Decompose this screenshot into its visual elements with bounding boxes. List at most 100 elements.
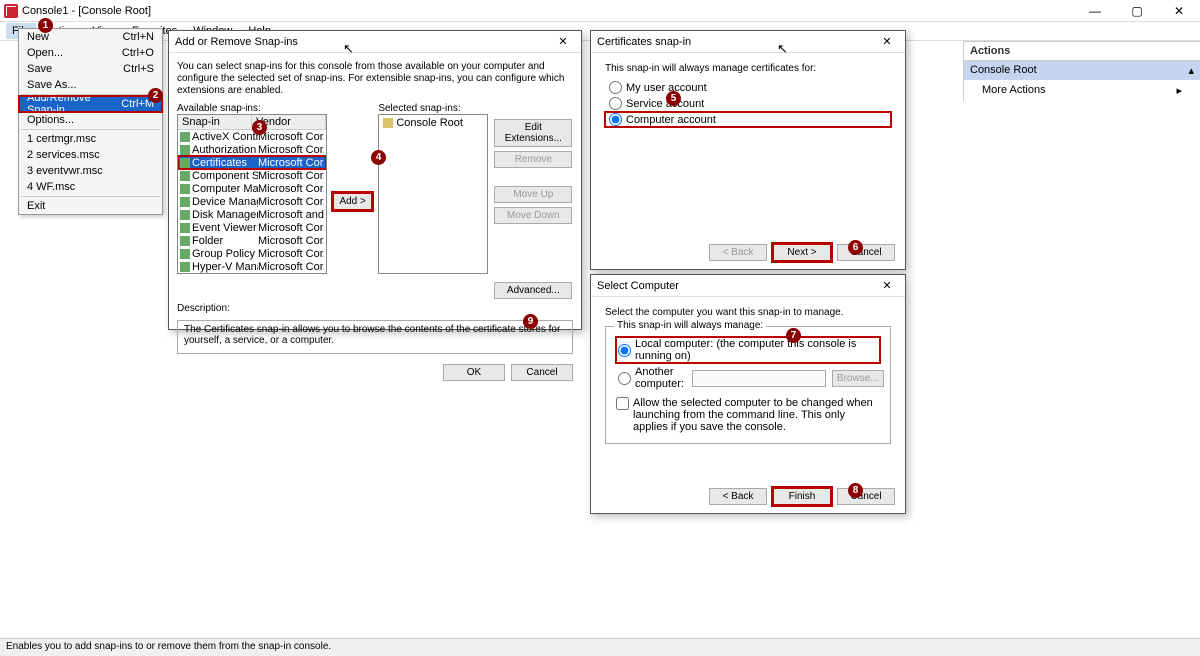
list-item: Disk ManagementMicrosoft and... [178, 208, 326, 221]
file-add-remove-snapin[interactable]: Add/Remove Snap-in...Ctrl+M [19, 96, 162, 112]
snapin-icon [180, 262, 190, 272]
callout-1: 1 [38, 18, 53, 33]
file-recent-4[interactable]: 4 WF.msc [19, 179, 162, 195]
file-recent-1[interactable]: 1 certmgr.msc [19, 131, 162, 147]
move-up-button[interactable]: Move Up [494, 186, 572, 203]
file-save[interactable]: SaveCtrl+S [19, 61, 162, 77]
radio-computer-account[interactable]: Computer account [605, 112, 891, 127]
snapin-icon [180, 210, 190, 220]
close-icon[interactable]: ✕ [875, 35, 899, 48]
dialog-title: Select Computer [597, 280, 679, 292]
list-item: Group Policy Object ...Microsoft Cor... [178, 247, 326, 260]
description-text: The Certificates snap-in allows you to b… [177, 320, 573, 354]
cancel-button[interactable]: Cancel [837, 488, 895, 505]
callout-7: 7 [786, 328, 801, 343]
file-menu: NewCtrl+N Open...Ctrl+O SaveCtrl+S Save … [18, 28, 163, 215]
ok-button[interactable]: OK [443, 364, 505, 381]
list-item-certificates[interactable]: CertificatesMicrosoft Cor... [178, 156, 326, 169]
snapin-icon [180, 145, 190, 155]
actions-root[interactable]: Console Root▴ [964, 61, 1200, 80]
file-exit[interactable]: Exit [19, 198, 162, 214]
add-button[interactable]: Add > [333, 193, 372, 210]
snapin-icon [180, 132, 190, 142]
separator [21, 196, 160, 197]
file-open[interactable]: Open...Ctrl+O [19, 45, 162, 61]
close-icon[interactable]: ✕ [551, 35, 575, 48]
list-item: IP Security MonitorMicrosoft Cor... [178, 273, 326, 274]
manage-group: This snap-in will always manage: Local c… [605, 326, 891, 444]
list-item: Authorization ManagerMicrosoft Cor... [178, 143, 326, 156]
another-computer-input[interactable] [692, 370, 826, 387]
statusbar: Enables you to add snap-ins to or remove… [0, 638, 1200, 656]
browse-button[interactable]: Browse... [832, 370, 884, 387]
next-button[interactable]: Next > [773, 244, 831, 261]
snapin-icon [180, 171, 190, 181]
remove-button[interactable]: Remove [494, 151, 572, 168]
radio-service[interactable]: Service account [605, 96, 891, 111]
list-item: Component ServicesMicrosoft Cor... [178, 169, 326, 182]
available-snapins-list[interactable]: Snap-inVendor ActiveX ControlMicrosoft C… [177, 114, 327, 274]
allow-change-checkbox[interactable]: Allow the selected computer to be change… [616, 397, 880, 433]
close-button[interactable]: ✕ [1158, 0, 1200, 22]
description-label: Description: [177, 303, 573, 314]
chevron-right-icon: ▸ [1176, 84, 1182, 97]
back-button[interactable]: < Back [709, 488, 767, 505]
callout-8: 8 [848, 483, 863, 498]
callout-6: 6 [848, 240, 863, 255]
window-controls: — ▢ ✕ [1074, 0, 1200, 22]
move-down-button[interactable]: Move Down [494, 207, 572, 224]
list-item: FolderMicrosoft Cor... [178, 234, 326, 247]
selected-snapins-list[interactable]: Console Root [378, 114, 488, 274]
titlebar: Console1 - [Console Root] — ▢ ✕ [0, 0, 1200, 22]
mmc-icon [4, 4, 18, 18]
select-computer-dialog: Select Computer ✕ Select the computer yo… [590, 274, 906, 514]
file-recent-3[interactable]: 3 eventvwr.msc [19, 163, 162, 179]
group-label: This snap-in will always manage: [614, 320, 766, 331]
intro-text: You can select snap-ins for this console… [177, 61, 573, 97]
actions-pane: Actions Console Root▴ More Actions▸ [963, 41, 1200, 101]
radio-my-user[interactable]: My user account [605, 80, 891, 95]
folder-icon [383, 118, 393, 128]
cancel-button[interactable]: Cancel [511, 364, 573, 381]
radio-local-computer[interactable]: Local computer: (the computer this conso… [616, 337, 880, 363]
edit-extensions-button[interactable]: Edit Extensions... [494, 119, 572, 147]
file-saveas[interactable]: Save As... [19, 77, 162, 93]
minimize-button[interactable]: — [1074, 0, 1116, 22]
maximize-button[interactable]: ▢ [1116, 0, 1158, 22]
cancel-button[interactable]: Cancel [837, 244, 895, 261]
available-label: Available snap-ins: [177, 103, 327, 114]
list-item: Computer Managem...Microsoft Cor... [178, 182, 326, 195]
callout-9: 9 [523, 314, 538, 329]
dialog-title: Add or Remove Snap-ins [175, 36, 298, 48]
snapin-icon [180, 223, 190, 233]
list-item: Console Root [379, 115, 487, 131]
snapin-icon [180, 236, 190, 246]
dialog-titlebar: Select Computer ✕ [591, 275, 905, 297]
separator [21, 129, 160, 130]
collapse-icon: ▴ [1188, 64, 1194, 77]
callout-2: 2 [148, 88, 163, 103]
snapin-icon [180, 197, 190, 207]
list-item: ActiveX ControlMicrosoft Cor... [178, 130, 326, 143]
add-remove-snapins-dialog: Add or Remove Snap-ins ✕ You can select … [168, 30, 582, 330]
certificates-snapin-dialog: Certificates snap-in ✕ This snap-in will… [590, 30, 906, 270]
back-button[interactable]: < Back [709, 244, 767, 261]
list-item: Event ViewerMicrosoft Cor... [178, 221, 326, 234]
finish-button[interactable]: Finish [773, 488, 831, 505]
callout-3: 3 [252, 120, 267, 135]
dialog-titlebar: Certificates snap-in ✕ [591, 31, 905, 53]
snapin-icon [180, 158, 190, 168]
file-recent-2[interactable]: 2 services.msc [19, 147, 162, 163]
snapin-icon [180, 184, 190, 194]
list-item: Hyper-V ManagerMicrosoft Cor... [178, 260, 326, 273]
selected-label: Selected snap-ins: [378, 103, 488, 114]
close-icon[interactable]: ✕ [875, 279, 899, 292]
dialog-title: Certificates snap-in [597, 36, 691, 48]
actions-header: Actions [964, 42, 1200, 61]
intro-text: This snap-in will always manage certific… [605, 63, 891, 74]
dialog-titlebar: Add or Remove Snap-ins ✕ [169, 31, 581, 53]
window-title: Console1 - [Console Root] [22, 5, 151, 17]
radio-another-computer[interactable]: Another computer: [616, 365, 686, 391]
actions-more[interactable]: More Actions▸ [964, 80, 1200, 101]
advanced-button[interactable]: Advanced... [494, 282, 572, 299]
